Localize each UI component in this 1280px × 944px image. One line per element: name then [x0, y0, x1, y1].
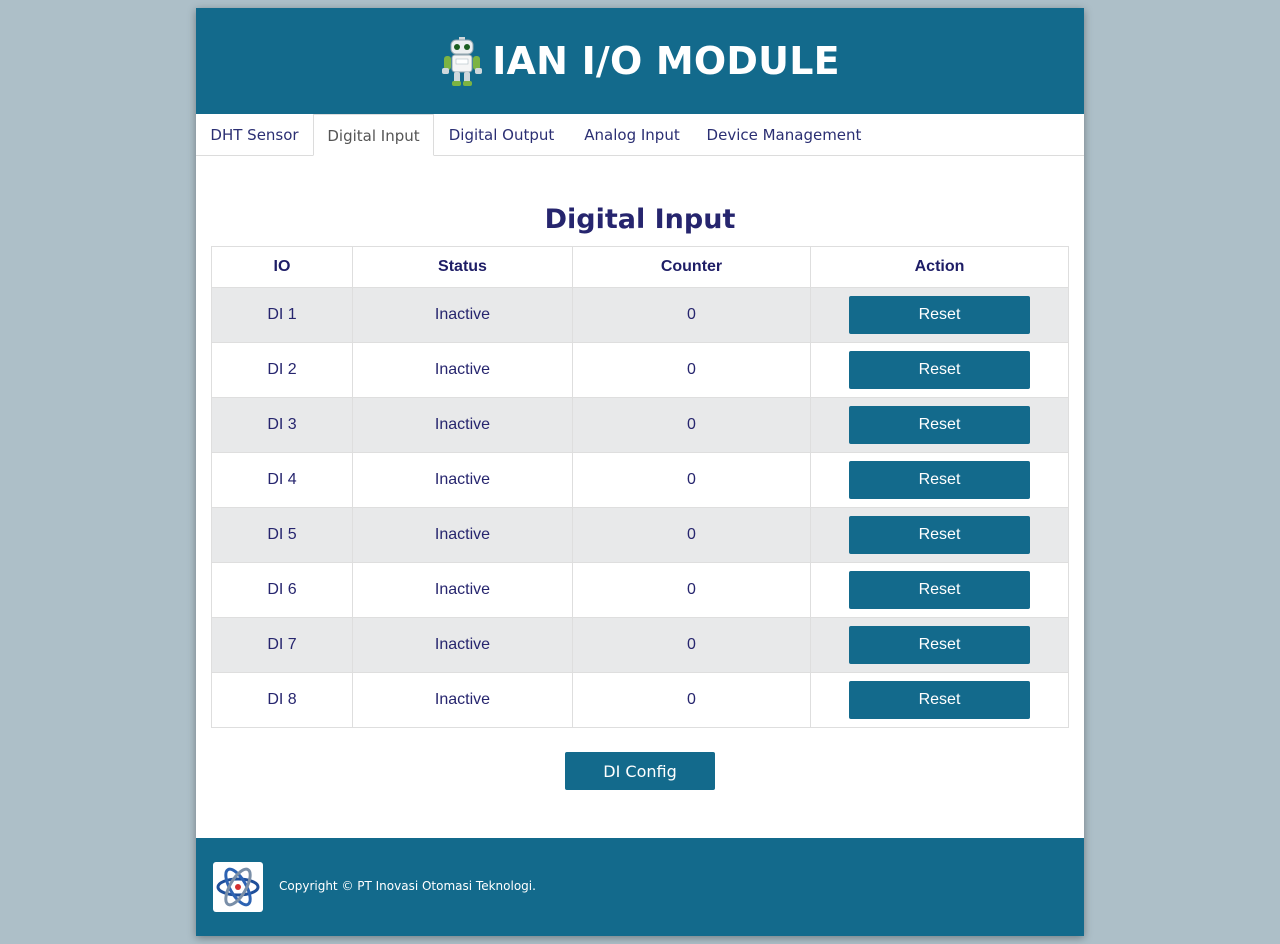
- robot-icon: [442, 37, 483, 86]
- company-logo: [213, 862, 263, 912]
- status-cell: Inactive: [352, 452, 573, 508]
- table-row: DI 4 Inactive 0 Reset: [211, 452, 1069, 508]
- column-header-counter: Counter: [572, 246, 811, 288]
- copyright-text: Copyright © PT Inovasi Otomasi Teknologi…: [279, 879, 536, 893]
- table-row: DI 5 Inactive 0 Reset: [211, 507, 1069, 563]
- reset-button-di4[interactable]: Reset: [849, 461, 1030, 499]
- status-cell: Inactive: [352, 672, 573, 728]
- action-cell: Reset: [810, 617, 1069, 673]
- counter-cell: 0: [572, 672, 811, 728]
- digital-input-table: IO Status Counter Action DI 1 Inactive 0…: [211, 246, 1069, 728]
- reset-button-di5[interactable]: Reset: [849, 516, 1030, 554]
- tab-dht-sensor[interactable]: DHT Sensor: [196, 114, 313, 155]
- status-cell: Inactive: [352, 507, 573, 563]
- table-row: DI 3 Inactive 0 Reset: [211, 397, 1069, 453]
- table-row: DI 1 Inactive 0 Reset: [211, 287, 1069, 343]
- app-title: IAN I/O MODULE: [492, 39, 840, 83]
- page-container: IAN I/O MODULE DHT Sensor Digital Input …: [196, 8, 1084, 936]
- counter-cell: 0: [572, 287, 811, 343]
- action-cell: Reset: [810, 507, 1069, 563]
- column-header-action: Action: [810, 246, 1069, 288]
- tab-analog-input[interactable]: Analog Input: [569, 114, 695, 155]
- status-cell: Inactive: [352, 397, 573, 453]
- reset-button-di1[interactable]: Reset: [849, 296, 1030, 334]
- io-cell: DI 5: [211, 507, 353, 563]
- table-row: DI 8 Inactive 0 Reset: [211, 672, 1069, 728]
- counter-cell: 0: [572, 342, 811, 398]
- status-cell: Inactive: [352, 342, 573, 398]
- table-row: DI 2 Inactive 0 Reset: [211, 342, 1069, 398]
- io-cell: DI 6: [211, 562, 353, 618]
- atom-logo-icon: [216, 867, 260, 907]
- io-cell: DI 1: [211, 287, 353, 343]
- tab-digital-output[interactable]: Digital Output: [434, 114, 569, 155]
- nav-tabs: DHT Sensor Digital Input Digital Output …: [196, 114, 1084, 156]
- action-cell: Reset: [810, 562, 1069, 618]
- io-cell: DI 8: [211, 672, 353, 728]
- reset-button-di7[interactable]: Reset: [849, 626, 1030, 664]
- reset-button-di3[interactable]: Reset: [849, 406, 1030, 444]
- reset-button-di8[interactable]: Reset: [849, 681, 1030, 719]
- table-header-row: IO Status Counter Action: [211, 246, 1069, 288]
- status-cell: Inactive: [352, 287, 573, 343]
- action-cell: Reset: [810, 452, 1069, 508]
- table-row: DI 6 Inactive 0 Reset: [211, 562, 1069, 618]
- io-cell: DI 2: [211, 342, 353, 398]
- counter-cell: 0: [572, 452, 811, 508]
- counter-cell: 0: [572, 397, 811, 453]
- counter-cell: 0: [572, 507, 811, 563]
- reset-button-di6[interactable]: Reset: [849, 571, 1030, 609]
- status-cell: Inactive: [352, 562, 573, 618]
- status-cell: Inactive: [352, 617, 573, 673]
- di-config-button[interactable]: DI Config: [565, 752, 715, 790]
- io-cell: DI 4: [211, 452, 353, 508]
- action-cell: Reset: [810, 672, 1069, 728]
- action-cell: Reset: [810, 342, 1069, 398]
- column-header-status: Status: [352, 246, 573, 288]
- tab-device-management[interactable]: Device Management: [695, 114, 873, 155]
- page-title: Digital Input: [544, 204, 736, 235]
- column-header-io: IO: [211, 246, 353, 288]
- tab-digital-input[interactable]: Digital Input: [313, 114, 434, 156]
- counter-cell: 0: [572, 562, 811, 618]
- table-row: DI 7 Inactive 0 Reset: [211, 617, 1069, 673]
- io-cell: DI 7: [211, 617, 353, 673]
- io-cell: DI 3: [211, 397, 353, 453]
- counter-cell: 0: [572, 617, 811, 673]
- action-cell: Reset: [810, 287, 1069, 343]
- reset-button-di2[interactable]: Reset: [849, 351, 1030, 389]
- footer: Copyright © PT Inovasi Otomasi Teknologi…: [196, 838, 1084, 936]
- header: IAN I/O MODULE: [196, 8, 1084, 114]
- action-cell: Reset: [810, 397, 1069, 453]
